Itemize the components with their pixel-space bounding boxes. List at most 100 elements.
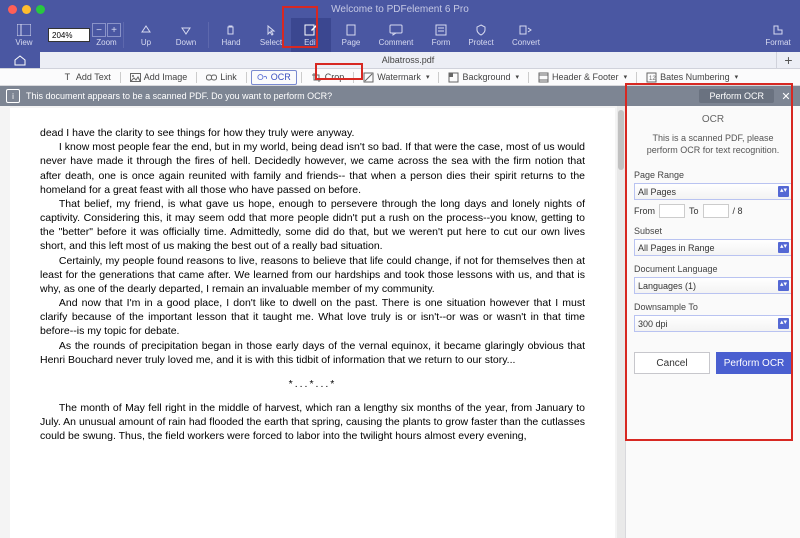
chevron-down-icon: ▾ — [516, 73, 520, 81]
downsample-select[interactable]: 300 dpi▴▾ — [634, 315, 792, 332]
zoom-label: Zoom — [92, 38, 121, 47]
zoom-control: 204% − + Zoom — [48, 18, 121, 52]
crop-icon — [311, 72, 322, 83]
edit-tool-button[interactable]: Edit — [291, 18, 331, 52]
header-footer-button[interactable]: Header & Footer▾ — [533, 71, 632, 84]
convert-tool-button[interactable]: Convert — [501, 18, 551, 52]
zoom-in-button[interactable]: + — [107, 23, 121, 37]
perform-ocr-banner-button[interactable]: Perform OCR — [699, 89, 774, 103]
home-tab-button[interactable] — [0, 52, 40, 68]
select-tool-button[interactable]: Select — [251, 18, 291, 52]
body-text: That belief, my friend, is what gave us … — [40, 197, 585, 254]
body-text: I know most people fear the end, but in … — [40, 140, 585, 197]
background-button[interactable]: Background▾ — [443, 71, 524, 84]
chevron-down-icon: ▴▾ — [780, 243, 787, 250]
background-icon — [448, 72, 459, 83]
view-button[interactable]: View — [4, 18, 44, 52]
window-title: Welcome to PDFelement 6 Pro — [0, 4, 800, 15]
convert-icon — [518, 23, 534, 37]
chevron-down-icon: ▾ — [624, 73, 628, 81]
format-tool-button[interactable]: Format — [760, 18, 796, 52]
body-text: As the rounds of precipitation began in … — [40, 339, 585, 367]
close-banner-button[interactable]: ✕ — [778, 90, 794, 103]
panel-hint: This is a scanned PDF, please perform OC… — [634, 133, 792, 156]
crop-button[interactable]: Crop — [306, 71, 350, 84]
header-footer-icon — [538, 72, 549, 83]
ocr-banner-message: This document appears to be a scanned PD… — [26, 91, 332, 101]
form-tool-button[interactable]: Form — [421, 18, 461, 52]
body-text: dead I have the clarity to see things fo… — [40, 126, 585, 140]
downsample-label: Downsample To — [634, 302, 792, 312]
edit-icon — [303, 23, 319, 37]
page-range-select[interactable]: All Pages▴▾ — [634, 183, 792, 200]
watermark-icon — [363, 72, 374, 83]
perform-ocr-button[interactable]: Perform OCR — [716, 352, 792, 374]
ocr-button[interactable]: OCR — [251, 70, 297, 85]
body-text: The month of May fell right in the middl… — [40, 401, 585, 444]
link-button[interactable]: Link — [201, 71, 242, 84]
up-arrow-icon — [138, 23, 154, 37]
comment-icon — [388, 23, 404, 37]
vertical-scrollbar[interactable] — [617, 106, 625, 538]
zoom-out-button[interactable]: − — [92, 23, 106, 37]
to-page-input[interactable] — [703, 204, 729, 218]
tab-strip: Albatross.pdf + — [0, 52, 800, 69]
titlebar: Welcome to PDFelement 6 Pro — [0, 0, 800, 18]
from-label: From — [634, 206, 655, 216]
add-image-button[interactable]: Add Image — [125, 71, 193, 84]
svg-text:12: 12 — [649, 76, 656, 82]
body-text: And now that I'm in a good place, I don'… — [40, 296, 585, 339]
link-icon — [206, 72, 217, 83]
hand-icon — [223, 23, 239, 37]
view-icon — [16, 23, 32, 37]
watermark-button[interactable]: Watermark▾ — [358, 71, 434, 84]
cursor-icon — [263, 23, 279, 37]
bates-icon: 12 — [646, 72, 657, 83]
format-icon — [770, 23, 786, 37]
bates-numbering-button[interactable]: 12Bates Numbering▾ — [641, 71, 743, 84]
page-icon — [343, 23, 359, 37]
page-down-button[interactable]: Down — [166, 18, 206, 52]
chevron-down-icon: ▾ — [426, 73, 430, 81]
pdf-page: dead I have the clarity to see things fo… — [10, 108, 615, 538]
chevron-down-icon: ▴▾ — [780, 281, 787, 288]
document-viewport[interactable]: dead I have the clarity to see things fo… — [0, 106, 625, 538]
chevron-down-icon: ▴▾ — [780, 319, 787, 326]
ocr-notification-banner: i This document appears to be a scanned … — [0, 86, 800, 106]
ocr-icon — [257, 72, 268, 83]
from-page-input[interactable] — [659, 204, 685, 218]
ocr-side-panel: OCR This is a scanned PDF, please perfor… — [625, 106, 800, 538]
shield-icon — [473, 23, 489, 37]
comment-tool-button[interactable]: Comment — [371, 18, 421, 52]
language-label: Document Language — [634, 264, 792, 274]
new-tab-button[interactable]: + — [776, 52, 800, 68]
chevron-down-icon: ▴▾ — [780, 187, 787, 194]
total-pages: / 8 — [733, 206, 743, 216]
add-text-button[interactable]: TAdd Text — [57, 71, 116, 84]
home-icon — [13, 54, 27, 66]
ornament: *...*...* — [40, 377, 585, 391]
page-range-label: Page Range — [634, 170, 792, 180]
image-icon — [130, 72, 141, 83]
hand-tool-button[interactable]: Hand — [211, 18, 251, 52]
subset-label: Subset — [634, 226, 792, 236]
body-text: Certainly, my people found reasons to li… — [40, 254, 585, 297]
panel-title: OCR — [634, 114, 792, 125]
page-tool-button[interactable]: Page — [331, 18, 371, 52]
zoom-value[interactable]: 204% — [48, 28, 90, 42]
document-tab[interactable]: Albatross.pdf — [40, 52, 776, 68]
text-icon: T — [62, 72, 73, 83]
language-select[interactable]: Languages (1)▴▾ — [634, 277, 792, 294]
down-arrow-icon — [178, 23, 194, 37]
page-up-button[interactable]: Up — [126, 18, 166, 52]
cancel-button[interactable]: Cancel — [634, 352, 710, 374]
form-icon — [433, 23, 449, 37]
main-toolbar: View 204% − + Zoom Up Down Hand Select E… — [0, 18, 800, 52]
to-label: To — [689, 206, 699, 216]
edit-sub-toolbar: TAdd Text Add Image Link OCR Crop Waterm… — [0, 69, 800, 86]
info-icon: i — [6, 89, 20, 103]
scrollbar-thumb[interactable] — [618, 110, 624, 170]
protect-tool-button[interactable]: Protect — [461, 18, 501, 52]
chevron-down-icon: ▾ — [735, 73, 739, 81]
subset-select[interactable]: All Pages in Range▴▾ — [634, 239, 792, 256]
